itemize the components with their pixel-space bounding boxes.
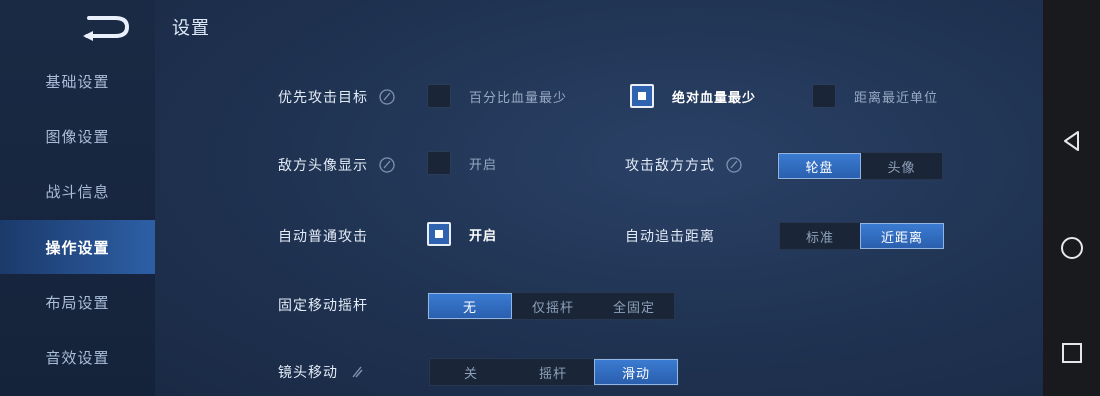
- sidebar-item-label: 基础设置: [45, 72, 110, 91]
- fixed-joystick-segmented: 无 仅摇杆 全固定: [427, 292, 675, 320]
- checkbox-checked[interactable]: [630, 84, 654, 108]
- auto-attack-toggle[interactable]: 开启: [427, 222, 497, 246]
- joystick-none[interactable]: 无: [428, 293, 512, 319]
- back-button[interactable]: [78, 10, 132, 44]
- target-hp-absolute-option[interactable]: 绝对血量最少: [630, 84, 756, 108]
- attack-mode-segmented: 轮盘 头像: [777, 152, 943, 180]
- sidebar-item-graphics[interactable]: 图像设置: [0, 109, 155, 163]
- camera-move-label: 镜头移动: [278, 362, 366, 382]
- system-recents-button[interactable]: [1059, 340, 1085, 366]
- enemy-avatar-text: 敌方头像显示: [278, 158, 368, 174]
- sidebar-item-battle-info[interactable]: 战斗信息: [0, 164, 155, 218]
- option-label: 绝对血量最少: [672, 90, 757, 106]
- sidebar-item-label: 操作设置: [45, 238, 110, 257]
- back-arrow-icon: [83, 16, 130, 41]
- option-label: 开启: [469, 228, 498, 244]
- option-label: 开启: [469, 157, 498, 173]
- joystick-all-fixed[interactable]: 全固定: [594, 293, 674, 319]
- back-triangle-icon: [1064, 131, 1079, 151]
- sidebar-item-label: 音效设置: [45, 348, 110, 367]
- checkbox-checked[interactable]: [427, 222, 451, 246]
- home-circle-icon: [1061, 237, 1083, 259]
- checkbox[interactable]: [427, 84, 451, 108]
- target-hp-percent-option[interactable]: 百分比血量最少: [427, 84, 567, 108]
- attack-mode-avatar[interactable]: 头像: [861, 153, 942, 179]
- camera-move-text: 镜头移动: [278, 365, 338, 381]
- checkbox[interactable]: [812, 84, 836, 108]
- recents-square-icon: [1062, 343, 1082, 363]
- system-nav-bar: [1043, 0, 1100, 396]
- camera-off[interactable]: 关: [430, 359, 512, 385]
- target-priority-text: 优先攻击目标: [278, 90, 368, 106]
- system-home-button[interactable]: [1059, 235, 1085, 261]
- target-priority-label: 优先攻击目标: [278, 87, 396, 107]
- sidebar-item-label: 战斗信息: [45, 182, 110, 201]
- auto-chase-segmented: 标准 近距离: [779, 222, 945, 250]
- option-label: 百分比血量最少: [469, 90, 568, 106]
- help-icon[interactable]: [378, 156, 396, 174]
- attack-mode-label: 攻击敌方方式: [625, 155, 743, 175]
- settings-panel: 设置 优先攻击目标 百分比血量最少 绝对血量最少 距离最近单位 敌方头像显示 开…: [155, 0, 1043, 396]
- sidebar-item-label: 图像设置: [45, 127, 110, 146]
- chase-standard[interactable]: 标准: [780, 223, 860, 249]
- help-icon[interactable]: [725, 156, 743, 174]
- sidebar-item-layout[interactable]: 布局设置: [0, 275, 155, 329]
- enemy-avatar-toggle[interactable]: 开启: [427, 151, 497, 175]
- system-back-button[interactable]: [1059, 128, 1085, 154]
- camera-move-segmented: 关 摇杆 滑动: [429, 358, 679, 386]
- attack-mode-text: 攻击敌方方式: [625, 158, 715, 174]
- page-title: 设置: [172, 18, 210, 39]
- auto-chase-text: 自动追击距离: [625, 229, 715, 245]
- checkbox[interactable]: [427, 151, 451, 175]
- auto-chase-label: 自动追击距离: [625, 226, 715, 246]
- attack-mode-wheel[interactable]: 轮盘: [778, 153, 861, 179]
- sidebar-item-controls[interactable]: 操作设置: [0, 220, 155, 274]
- help-icon[interactable]: [348, 363, 366, 381]
- camera-joystick[interactable]: 摇杆: [512, 359, 594, 385]
- sidebar-item-sound[interactable]: 音效设置: [0, 330, 155, 384]
- camera-swipe[interactable]: 滑动: [594, 359, 678, 385]
- sidebar-item-label: 布局设置: [45, 293, 110, 312]
- fixed-joystick-text: 固定移动摇杆: [278, 298, 368, 314]
- chase-near[interactable]: 近距离: [860, 223, 944, 249]
- fixed-joystick-label: 固定移动摇杆: [278, 295, 368, 315]
- auto-attack-text: 自动普通攻击: [278, 229, 368, 245]
- sidebar-item-basic[interactable]: 基础设置: [0, 54, 155, 108]
- option-label: 距离最近单位: [854, 90, 939, 106]
- auto-attack-label: 自动普通攻击: [278, 226, 368, 246]
- sidebar: 基础设置 图像设置 战斗信息 操作设置 布局设置 音效设置: [0, 0, 155, 396]
- joystick-only[interactable]: 仅摇杆: [512, 293, 594, 319]
- target-nearest-option[interactable]: 距离最近单位: [812, 84, 938, 108]
- enemy-avatar-label: 敌方头像显示: [278, 155, 396, 175]
- help-icon[interactable]: [378, 88, 396, 106]
